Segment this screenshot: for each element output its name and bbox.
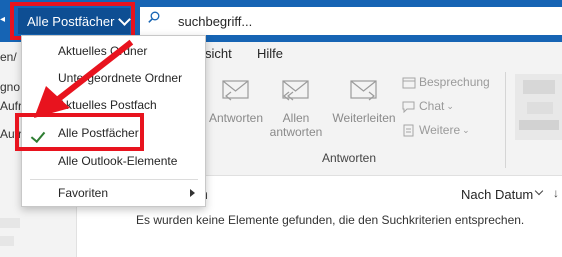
menu-item-favorites[interactable]: Favoriten <box>22 180 205 206</box>
menu-item-label: Aktuelles Postfach <box>58 98 157 112</box>
ribbon-group-divider <box>505 72 506 168</box>
tab-hilfe[interactable]: Hilfe <box>257 46 283 61</box>
menu-item-all-outlook-items[interactable]: Alle Outlook-Elemente <box>22 148 205 174</box>
pixelated-region <box>515 74 562 140</box>
meeting-button[interactable]: Besprechung <box>402 75 490 89</box>
forward-label: Weiterleiten <box>332 111 396 125</box>
more-icon <box>403 124 414 136</box>
menu-item-label: Untergeordnete Ordner <box>58 71 183 85</box>
forward-envelope-icon <box>350 80 377 101</box>
reply-all-button[interactable]: Allen antworten <box>266 78 326 139</box>
more-button[interactable]: Weitere ⌄ <box>402 123 470 137</box>
sort-dropdown[interactable]: Nach Datum <box>461 187 533 202</box>
calendar-icon <box>402 77 416 88</box>
menu-item-label: Aktuelles Ordner <box>58 44 148 58</box>
search-icon <box>148 11 160 23</box>
reply-button[interactable]: Antworten <box>206 78 266 125</box>
highlight-box-all-mailboxes <box>15 113 144 151</box>
folder-pane-text: en/ <box>0 50 17 64</box>
folder-pane-text: Aufr <box>0 99 23 113</box>
more-label: Weitere <box>419 123 461 137</box>
reply-label: Antworten <box>208 111 264 125</box>
chat-button[interactable]: Chat ⌄ <box>402 99 454 113</box>
blurred-item <box>0 218 20 228</box>
chevron-down-icon[interactable] <box>534 186 544 196</box>
menu-item-label: Alle Outlook-Elemente <box>58 154 178 168</box>
reply-envelope-icon <box>222 80 249 101</box>
search-query[interactable]: suchbegriff... <box>178 14 252 29</box>
reply-all-label-1: Allen <box>282 111 310 125</box>
chat-icon <box>402 101 415 113</box>
forward-button[interactable]: Weiterleiten <box>330 78 398 125</box>
chat-label: Chat <box>419 99 445 113</box>
meeting-label: Besprechung <box>419 75 490 89</box>
reply-all-label-2: antworten <box>269 125 323 139</box>
folder-pane-text: gno <box>0 80 21 94</box>
collapse-arrow-icon[interactable]: ◂ <box>0 14 8 25</box>
empty-results-message: Es wurden keine Elemente gefunden, die d… <box>136 213 525 227</box>
menu-item-label: Favoriten <box>58 186 109 200</box>
chevron-down-icon: ⌄ <box>446 100 454 111</box>
chevron-down-icon: ⌄ <box>462 124 470 135</box>
chevron-right-icon <box>190 189 195 197</box>
ribbon-group-label: Antworten <box>322 151 377 165</box>
blurred-item <box>0 236 14 246</box>
tab-ansicht[interactable]: sicht <box>205 46 232 61</box>
reply-all-envelope-icon <box>282 80 309 101</box>
menu-item-subfolders[interactable]: Untergeordnete Ordner <box>22 65 205 91</box>
menu-item-current-folder[interactable]: Aktuelles Ordner <box>22 38 205 64</box>
sort-direction-icon[interactable]: ↓ <box>553 186 559 200</box>
